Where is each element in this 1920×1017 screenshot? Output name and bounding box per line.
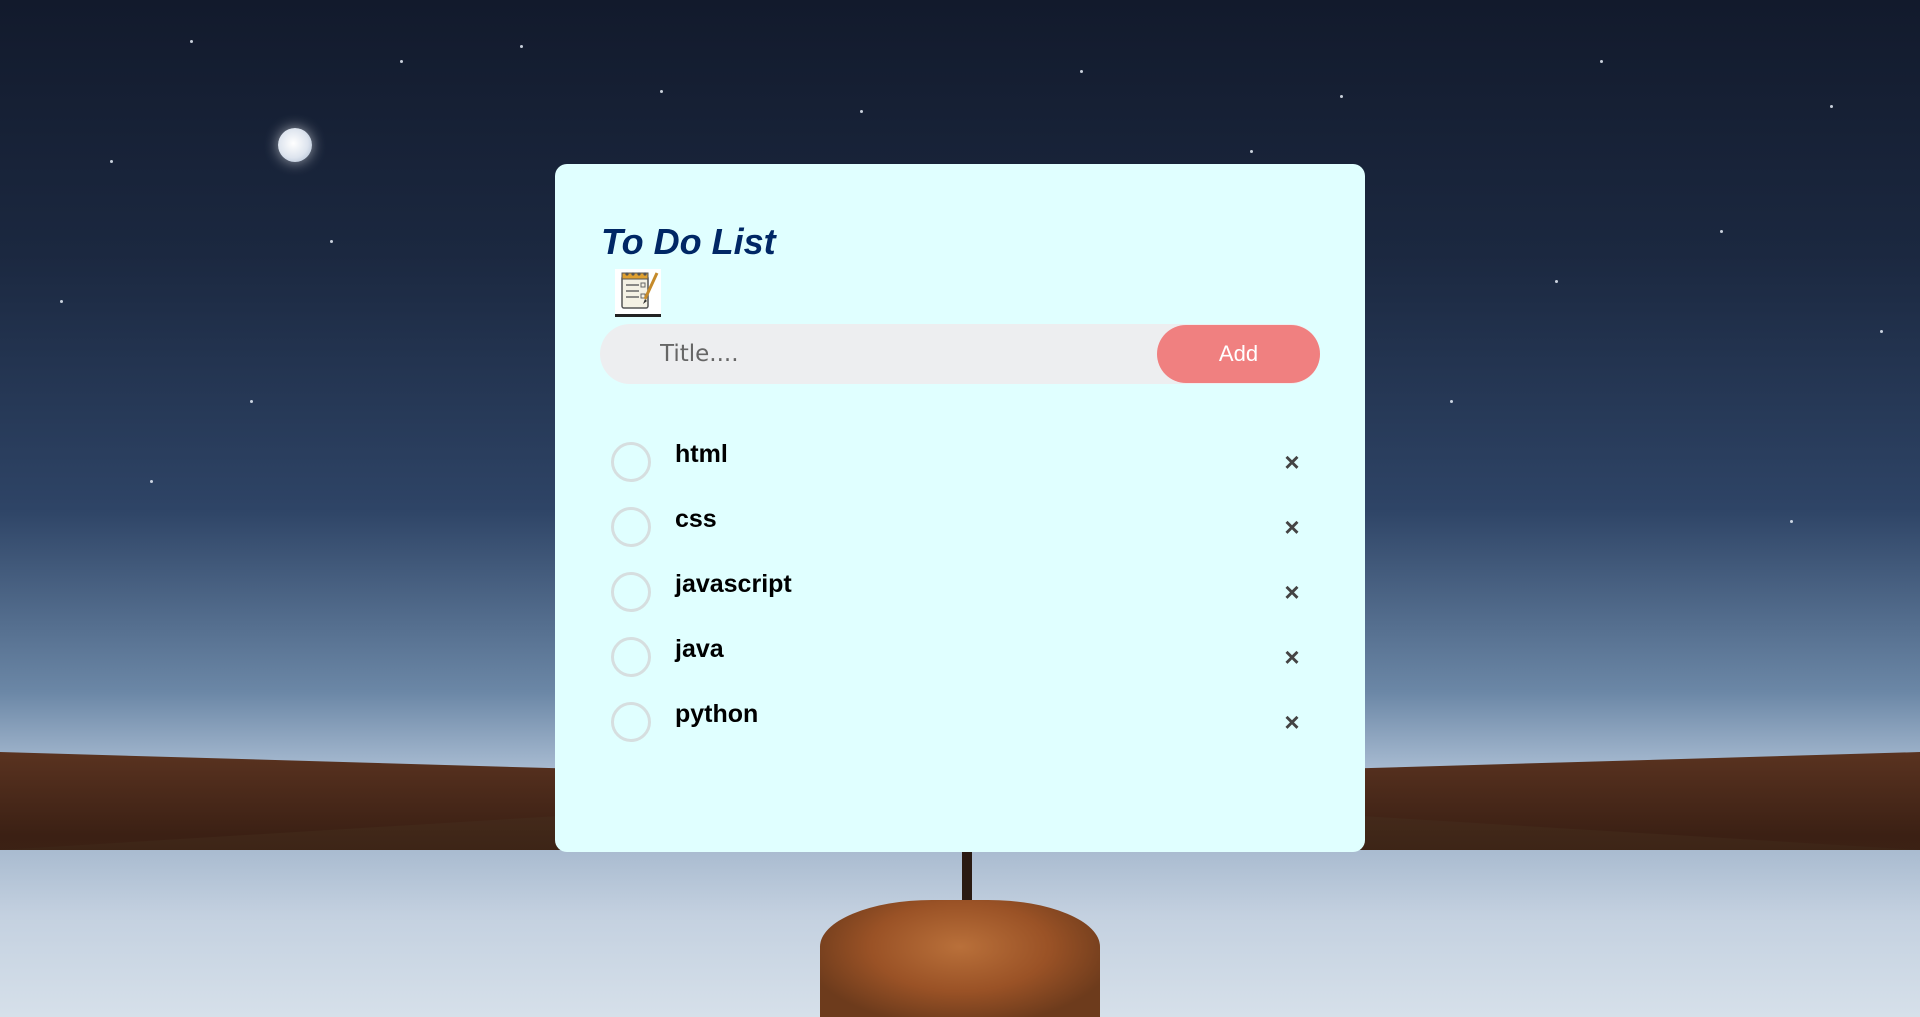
notepad-icon [615,269,661,317]
star [330,240,333,243]
star [400,60,403,63]
task-label: javascript [675,570,792,598]
moon [278,128,312,162]
add-task-row: Add [600,324,1320,384]
star [1830,105,1833,108]
task-label: html [675,440,728,468]
star [1250,150,1253,153]
close-icon[interactable]: × [1278,448,1306,476]
close-icon[interactable]: × [1278,708,1306,736]
star [660,90,663,93]
star [860,110,863,113]
tree-crown [820,900,1100,1017]
star [190,40,193,43]
task-label: java [675,635,724,663]
task-list: html × css × javascript × java × python … [600,424,1320,749]
star [1555,280,1558,283]
list-item[interactable]: java × [600,619,1320,684]
star [1450,400,1453,403]
circle-checkbox[interactable] [611,442,651,482]
circle-checkbox[interactable] [611,637,651,677]
list-item[interactable]: javascript × [600,554,1320,619]
star [1080,70,1083,73]
star [1340,95,1343,98]
todo-card: To Do List Add html × c [555,164,1365,852]
title-row: To Do List [601,224,776,260]
close-icon[interactable]: × [1278,513,1306,541]
star [60,300,63,303]
list-item[interactable]: python × [600,684,1320,749]
star [150,480,153,483]
notepad-icon-graphic [621,272,659,309]
close-icon[interactable]: × [1278,643,1306,671]
star [1880,330,1883,333]
list-item[interactable]: html × [600,424,1320,489]
task-title-input[interactable] [600,324,1160,384]
page-title: To Do List [601,221,776,262]
list-item[interactable]: css × [600,489,1320,554]
star [520,45,523,48]
circle-checkbox[interactable] [611,702,651,742]
close-icon[interactable]: × [1278,578,1306,606]
star [110,160,113,163]
star [1720,230,1723,233]
star [1790,520,1793,523]
task-label: css [675,505,717,533]
task-label: python [675,700,759,728]
circle-checkbox[interactable] [611,572,651,612]
star [250,400,253,403]
star [1600,60,1603,63]
circle-checkbox[interactable] [611,507,651,547]
add-button[interactable]: Add [1157,325,1320,383]
